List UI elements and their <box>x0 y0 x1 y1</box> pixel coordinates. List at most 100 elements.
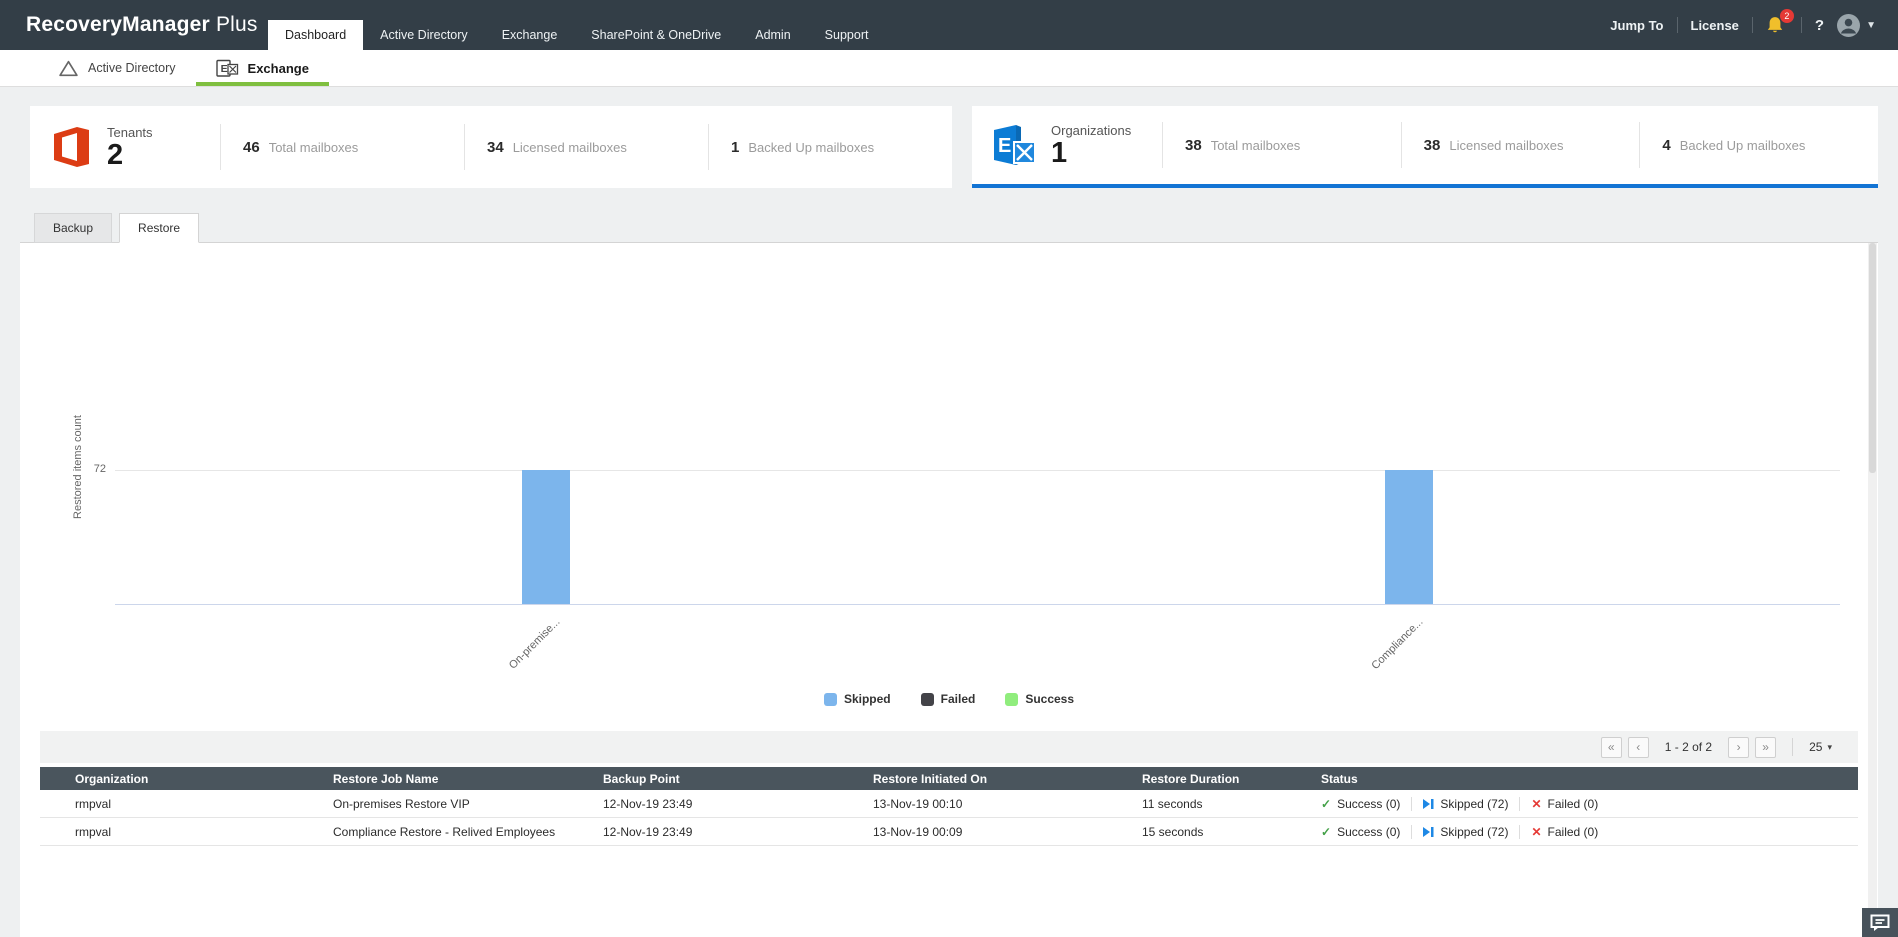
category-label: On-premise... <box>507 616 563 672</box>
cell-backup-point: 12-Nov-19 23:49 <box>603 824 693 839</box>
nav-tab-exchange[interactable]: Exchange <box>485 20 575 50</box>
stat-backedup-mailboxes: 4 Backed Up mailboxes <box>1639 122 1878 168</box>
legend-swatch <box>1005 692 1019 706</box>
stat-value: 38 <box>1185 136 1202 154</box>
table-row[interactable]: rmpval Compliance Restore - Relived Empl… <box>40 818 1858 846</box>
license-link[interactable]: License <box>1691 18 1739 33</box>
restore-jobs-table: Organization Restore Job Name Backup Poi… <box>40 767 1858 846</box>
card-stats: 46 Total mailboxes 34 Licensed mailboxes… <box>220 124 952 170</box>
next-page-button[interactable]: › <box>1728 736 1750 758</box>
cell-status: ✓ Success (0) Skipped (72) ✕ Failed (0) <box>1321 796 1858 811</box>
chat-feedback-button[interactable] <box>1862 908 1898 937</box>
legend-item[interactable]: Success <box>1005 692 1074 706</box>
status-failed-label: Failed (0) <box>1547 824 1599 839</box>
office365-icon <box>54 127 89 167</box>
prev-page-button[interactable]: ‹ <box>1627 736 1649 758</box>
exchange-icon: E <box>215 59 238 77</box>
tab-restore[interactable]: Restore <box>119 213 200 243</box>
nav-tab-admin[interactable]: Admin <box>738 20 807 50</box>
cell-status: ✓ Success (0) Skipped (72) ✕ Failed (0) <box>1321 824 1858 839</box>
chart-bar[interactable] <box>522 470 571 604</box>
nav-tab-sharepoint-onedrive[interactable]: SharePoint & OneDrive <box>574 20 738 50</box>
first-page-button[interactable]: « <box>1600 736 1622 758</box>
divider <box>1792 738 1794 756</box>
legend-swatch <box>920 692 934 706</box>
stat-licensed-mailboxes: 38 Licensed mailboxes <box>1400 122 1640 168</box>
cell-restore-job-name: Compliance Restore - Relived Employees <box>333 824 556 839</box>
col-restore-initiated-on[interactable]: Restore Initiated On <box>873 772 1142 786</box>
stat-value: 4 <box>1662 136 1671 154</box>
legend-item[interactable]: Failed <box>920 692 975 706</box>
vertical-scrollbar[interactable] <box>1868 243 1877 909</box>
card-title: Tenants <box>107 124 153 140</box>
divider <box>1411 824 1413 839</box>
module-subtabs: Active Directory E Exchange <box>0 50 1898 87</box>
status-success: ✓ Success (0) <box>1321 797 1400 811</box>
subtab-active-directory[interactable]: Active Directory <box>38 50 196 86</box>
status-failed: ✕ Failed (0) <box>1531 797 1598 811</box>
stat-total-mailboxes: 46 Total mailboxes <box>220 124 464 170</box>
brand-logo: RecoveryManager Plus <box>0 0 257 50</box>
status-skipped: Skipped (72) <box>1423 797 1508 811</box>
tenants-summary-card[interactable]: Tenants 2 46 Total mailboxes 34 Licensed… <box>30 106 952 188</box>
legend-swatch <box>823 692 837 706</box>
status-skipped-label: Skipped (72) <box>1440 824 1509 839</box>
subtab-exchange[interactable]: E Exchange <box>195 50 329 86</box>
subtab-label: Active Directory <box>88 61 176 75</box>
status-success: ✓ Success (0) <box>1321 825 1400 839</box>
last-page-button[interactable]: » <box>1755 736 1777 758</box>
cell-restore-initiated-on: 13-Nov-19 00:09 <box>873 824 963 839</box>
notifications-bell-icon[interactable]: 2 <box>1766 9 1794 35</box>
nav-tab-dashboard[interactable]: Dashboard <box>268 20 364 50</box>
divider <box>1519 824 1521 839</box>
table-row[interactable]: rmpval On-premises Restore VIP 12-Nov-19… <box>40 790 1858 818</box>
jump-to-link[interactable]: Jump To <box>1610 18 1663 33</box>
page-size-dropdown[interactable]: 25 ▾ <box>1809 740 1832 754</box>
restore-chart: Restored items count 72 On-premise... Comp… <box>20 243 1878 683</box>
skip-icon <box>1423 798 1434 809</box>
table-header-row: Organization Restore Job Name Backup Poi… <box>40 767 1858 790</box>
y-tick-label: 72 <box>93 463 106 475</box>
cross-icon: ✕ <box>1531 796 1542 811</box>
active-tab-underline <box>195 82 329 86</box>
divider <box>1411 796 1413 811</box>
stat-licensed-mailboxes: 34 Licensed mailboxes <box>464 124 708 170</box>
stat-label: Total mailboxes <box>1210 137 1301 153</box>
active-directory-icon <box>59 60 78 76</box>
backup-restore-tabs: Backup Restore <box>20 213 200 243</box>
col-organization[interactable]: Organization <box>75 772 333 786</box>
nav-tab-active-directory[interactable]: Active Directory <box>363 20 485 50</box>
stat-label: Backed Up mailboxes <box>1679 137 1806 153</box>
card-identity: E Organizations 1 <box>972 122 1162 168</box>
card-meta: Organizations 1 <box>1051 123 1131 168</box>
stat-label: Licensed mailboxes <box>512 139 627 155</box>
col-restore-duration[interactable]: Restore Duration <box>1142 772 1321 786</box>
main-nav: Dashboard Active Directory Exchange Shar… <box>268 0 885 50</box>
stat-label: Total mailboxes <box>268 139 359 155</box>
chart-bar[interactable] <box>1384 470 1433 604</box>
skip-icon <box>1423 826 1434 837</box>
divider <box>1519 796 1521 811</box>
card-title: Organizations <box>1051 122 1132 138</box>
help-button[interactable]: ? <box>1815 17 1824 34</box>
nav-tab-support[interactable]: Support <box>808 20 886 50</box>
svg-text:E: E <box>220 63 227 75</box>
subtab-label: Exchange <box>247 60 309 76</box>
stat-label: Licensed mailboxes <box>1449 137 1564 153</box>
organizations-summary-card[interactable]: E Organizations 1 38 Total mailboxes 38 … <box>972 106 1878 188</box>
user-menu[interactable]: ▼ <box>1837 13 1876 37</box>
col-status[interactable]: Status <box>1321 772 1858 786</box>
chevron-down-icon: ▾ <box>1827 741 1832 752</box>
legend-item[interactable]: Skipped <box>823 692 891 706</box>
top-navbar: RecoveryManager Plus Dashboard Active Di… <box>0 0 1898 50</box>
gridline <box>115 470 1840 471</box>
col-restore-job-name[interactable]: Restore Job Name <box>333 772 603 786</box>
stat-value: 46 <box>243 138 260 156</box>
col-backup-point[interactable]: Backup Point <box>603 772 873 786</box>
status-skipped: Skipped (72) <box>1423 825 1508 839</box>
check-icon: ✓ <box>1321 796 1332 811</box>
scrollbar-thumb[interactable] <box>1869 243 1876 473</box>
tab-backup[interactable]: Backup <box>34 213 113 243</box>
user-avatar-icon <box>1837 13 1861 37</box>
navbar-utilities: Jump To License 2 ? ▼ <box>1610 0 1898 50</box>
